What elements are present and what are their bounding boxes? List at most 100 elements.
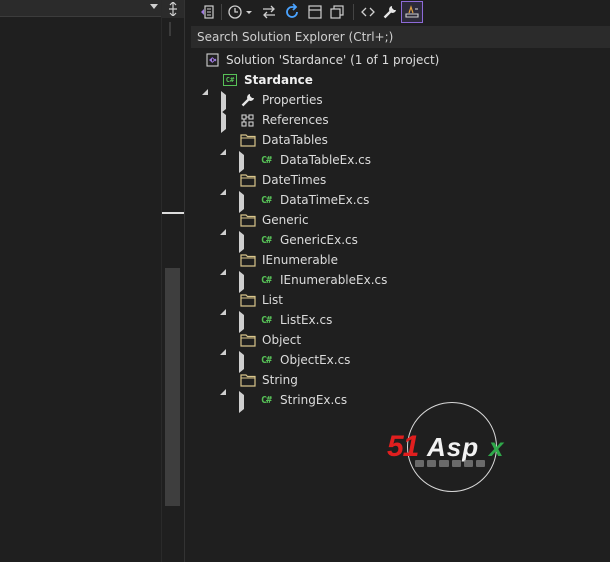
tree-node-label: DateTimes (262, 173, 327, 187)
csharp-file-icon: C# (260, 314, 272, 326)
csharp-file-icon: C# (260, 354, 272, 366)
tree-node-folder-ienumerable[interactable]: IEnumerable (191, 250, 610, 275)
tree-node-label: Generic (262, 213, 309, 227)
watermark-logo: 51 Asp x (385, 402, 515, 494)
csharp-file-icon: C# (260, 154, 272, 166)
tree-node-solution[interactable]: Solution 'Stardance' (1 of 1 project) (191, 50, 610, 70)
preview-icon (405, 5, 419, 18)
collapsed-arrow-icon[interactable] (237, 351, 247, 373)
collapsed-arrow-icon[interactable] (237, 271, 247, 293)
tree-node-file-objectex[interactable]: C# ObjectEx.cs (191, 350, 610, 373)
tree-node-file-listex[interactable]: C# ListEx.cs (191, 310, 610, 333)
tree-node-label: Properties (262, 93, 323, 107)
tree-node-folder-datetimes[interactable]: DateTimes (191, 170, 610, 195)
expanded-arrow-icon[interactable] (201, 75, 211, 95)
collapsed-arrow-icon[interactable] (237, 151, 247, 173)
tree-node-label: DataTimeEx.cs (280, 193, 370, 207)
tree-node-file-datetimeex[interactable]: C# DataTimeEx.cs (191, 190, 610, 213)
scrollbar-caret-marker (162, 212, 184, 214)
expanded-arrow-icon[interactable] (219, 135, 229, 155)
collapse-all-icon (308, 5, 322, 19)
expanded-arrow-icon[interactable] (219, 375, 229, 395)
csharp-file-icon: C# (260, 194, 272, 206)
pending-changes-filter-button[interactable] (226, 2, 254, 22)
show-all-files-button[interactable] (327, 2, 347, 22)
tree-node-folder-object[interactable]: Object (191, 330, 610, 355)
vs-solution-icon (204, 52, 220, 68)
refresh-button[interactable] (282, 2, 302, 22)
csharp-project-icon: C# (222, 72, 238, 88)
chevron-down-icon[interactable] (150, 4, 158, 9)
tree-node-folder-datatables[interactable]: DataTables (191, 130, 610, 155)
folder-icon (240, 292, 256, 308)
expanded-arrow-icon[interactable] (219, 335, 229, 355)
preview-selected-items-button[interactable] (401, 1, 423, 23)
tree-node-folder-list[interactable]: List (191, 290, 610, 315)
tree-node-label: Stardance (244, 73, 313, 87)
csharp-file-icon: C# (260, 234, 272, 246)
sync-with-active-document-button[interactable] (259, 2, 279, 22)
tree-node-label: ListEx.cs (280, 313, 333, 327)
tree-node-file-genericex[interactable]: C# GenericEx.cs (191, 230, 610, 253)
expanded-arrow-icon[interactable] (219, 215, 229, 235)
expanded-arrow-icon[interactable] (219, 295, 229, 315)
tree-node-project[interactable]: C# Stardance (191, 70, 610, 95)
tree-node-folder-generic[interactable]: Generic (191, 210, 610, 235)
folder-icon (240, 252, 256, 268)
tree-node-label: IEnumerableEx.cs (280, 273, 388, 287)
collapsed-arrow-icon[interactable] (219, 111, 229, 133)
tree-node-file-datatableex[interactable]: C# DataTableEx.cs (191, 150, 610, 173)
tree-node-properties[interactable]: Properties (191, 90, 610, 113)
tree-node-folder-string[interactable]: String (191, 370, 610, 395)
folder-icon (240, 172, 256, 188)
expanded-arrow-icon[interactable] (219, 175, 229, 195)
editor-pane (0, 0, 161, 562)
tree-node-label: Solution 'Stardance' (1 of 1 project) (226, 53, 440, 67)
tree-node-label: StringEx.cs (280, 393, 348, 407)
folder-icon (240, 332, 256, 348)
csharp-file-icon: C# (260, 394, 272, 406)
toolbar-separator (353, 4, 354, 20)
collapse-all-button[interactable] (305, 2, 325, 22)
tree-node-label: GenericEx.cs (280, 233, 358, 247)
references-icon (240, 112, 256, 128)
split-window-button[interactable] (162, 0, 184, 18)
search-solution-explorer[interactable] (191, 26, 610, 48)
tree-node-label: Object (262, 333, 302, 347)
tree-node-label: DataTables (262, 133, 328, 147)
tree-node-references[interactable]: References (191, 110, 610, 133)
collapsed-arrow-icon[interactable] (237, 391, 247, 413)
tree-node-label: DataTableEx.cs (280, 153, 372, 167)
pane-splitter[interactable] (184, 0, 191, 562)
tree-node-label: String (262, 373, 298, 387)
tree-node-label: IEnumerable (262, 253, 339, 267)
view-code-button[interactable] (358, 2, 378, 22)
split-icon (169, 2, 177, 16)
tree-node-label: List (262, 293, 283, 307)
history-dropdown-icon (228, 5, 252, 19)
search-input[interactable] (197, 29, 597, 45)
wrench-icon (240, 92, 256, 108)
properties-button[interactable] (380, 2, 400, 22)
editor-vertical-scrollbar[interactable] (161, 0, 184, 562)
collapsed-arrow-icon[interactable] (237, 311, 247, 333)
switch-views-button[interactable] (197, 2, 217, 22)
tree-node-label: ObjectEx.cs (280, 353, 351, 367)
solution-explorer-toolbar (191, 0, 610, 25)
tree-node-label: References (262, 113, 329, 127)
wrench-icon (383, 5, 396, 19)
collapsed-arrow-icon[interactable] (237, 231, 247, 253)
tree-node-file-ienumerableex[interactable]: C# IEnumerableEx.cs (191, 270, 610, 293)
navigation-bar-dropdown[interactable] (0, 0, 161, 17)
scrollbar-track-marker (169, 22, 177, 36)
toolbar-separator (221, 4, 222, 20)
scrollbar-thumb[interactable] (165, 268, 180, 506)
expanded-arrow-icon[interactable] (219, 255, 229, 275)
vs-solution-icon (201, 5, 214, 19)
sync-arrows-icon (263, 5, 275, 19)
collapsed-arrow-icon[interactable] (219, 91, 229, 113)
code-brackets-icon (361, 7, 375, 17)
show-all-files-icon (330, 5, 344, 19)
collapsed-arrow-icon[interactable] (237, 191, 247, 213)
watermark-text-asp: Asp (427, 432, 480, 462)
